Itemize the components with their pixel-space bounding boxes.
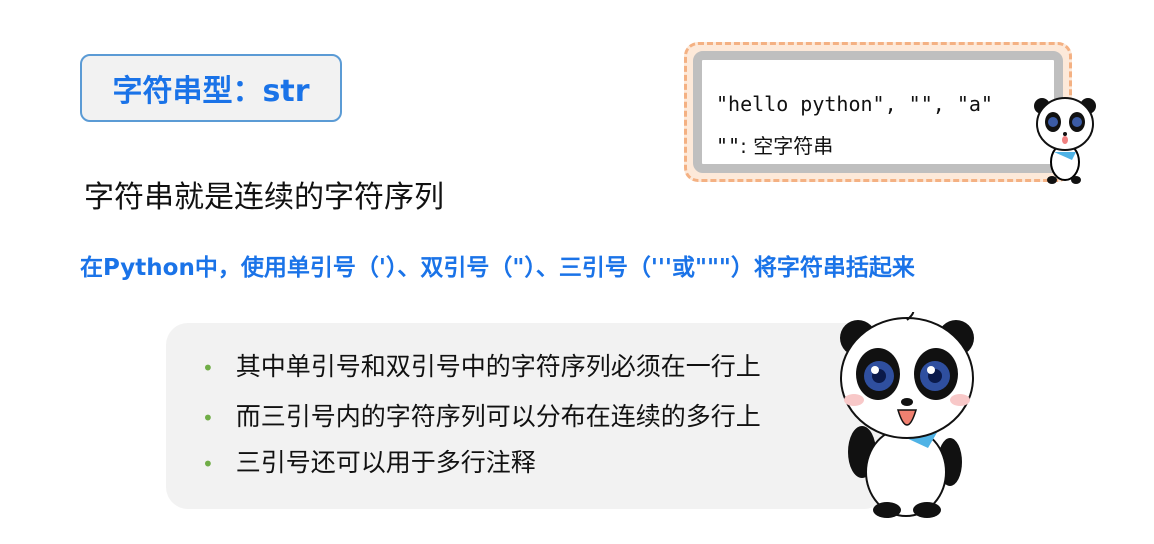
code-example-line: "hello python", "", "a" (716, 92, 993, 116)
bullet-item: • 其中单引号和双引号中的字符序列必须在一行上 (202, 352, 761, 381)
subtitle: 字符串就是连续的字符序列 (84, 180, 444, 215)
bullet-dot-icon: • (202, 452, 214, 476)
code-example-box: "hello python", "", "a" "": 空字符串 (684, 42, 1072, 182)
title-box: 字符串型：str (80, 54, 342, 122)
empty-string-note: "": 空字符串 (716, 134, 834, 158)
bullet-item: • 而三引号内的字符序列可以分布在连续的多行上 (202, 402, 761, 431)
panda-large-illustration (840, 312, 974, 518)
bullet-dot-icon: • (202, 356, 214, 380)
description: 在Python中，使用单引号（'）、双引号（"）、三引号（'''或"""）将字符… (80, 255, 915, 281)
bullet-dot-icon: • (202, 406, 214, 430)
panda-small-illustration (1034, 97, 1096, 184)
slide-title: 字符串型：str (112, 74, 310, 109)
bullet-list-panel: • 其中单引号和双引号中的字符序列必须在一行上 • 而三引号内的字符序列可以分布在连… (166, 323, 886, 509)
bullet-item: • 三引号还可以用于多行注释 (202, 448, 536, 477)
